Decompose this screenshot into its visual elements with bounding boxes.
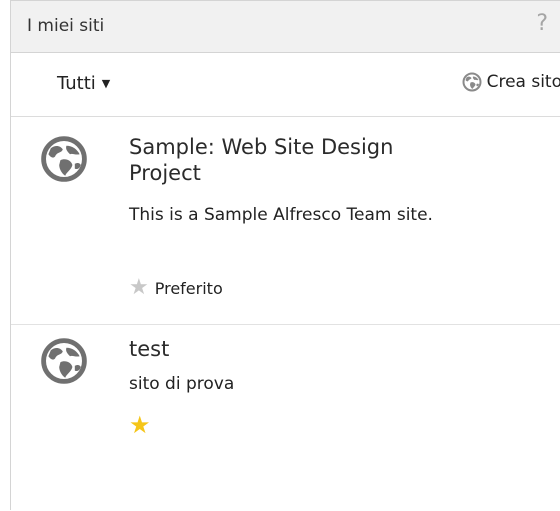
create-site-button[interactable]: Crea sito xyxy=(462,72,560,92)
site-name-link[interactable]: test xyxy=(129,336,469,362)
globe-icon xyxy=(41,136,87,182)
site-description: This is a Sample Alfresco Team site. xyxy=(129,205,433,225)
site-list-item: Sample: Web Site Design Project This is … xyxy=(11,117,560,325)
site-description: sito di prova xyxy=(129,374,235,394)
globe-icon xyxy=(41,338,87,384)
star-outline-icon: ★ xyxy=(129,275,149,300)
star-filled-icon: ★ xyxy=(129,411,151,439)
favorite-label: Preferito xyxy=(154,278,223,298)
site-list-item: test sito di prova ★ xyxy=(11,325,560,511)
create-site-label: Crea sito xyxy=(486,72,560,92)
site-name-link[interactable]: Sample: Web Site Design Project xyxy=(129,134,469,186)
help-icon[interactable]: ? xyxy=(536,11,548,36)
favorite-toggle[interactable]: ★ xyxy=(129,413,151,437)
dashlet-title: I miei siti xyxy=(27,16,105,36)
my-sites-dashlet: I miei siti ? Tutti▼ Crea sito Sample: xyxy=(10,0,560,510)
favorite-toggle[interactable]: ★ Preferito xyxy=(129,277,223,299)
dashlet-toolbar: Tutti ▼ Crea sito xyxy=(11,53,560,117)
chevron-down-icon: ▼ xyxy=(101,77,111,90)
filter-dropdown[interactable]: Tutti ▼ xyxy=(57,73,110,94)
filter-label: Tutti xyxy=(57,73,96,94)
dashlet-title-bar: I miei siti ? xyxy=(11,1,560,53)
globe-icon xyxy=(462,72,482,92)
